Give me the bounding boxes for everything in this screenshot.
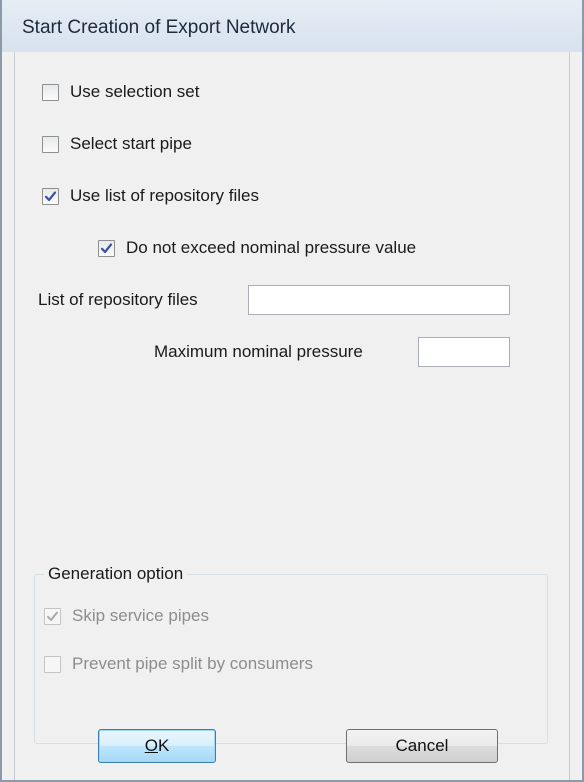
prevent-pipe-split-label: Prevent pipe split by consumers	[72, 654, 313, 673]
ok-button[interactable]: OK	[98, 729, 216, 763]
repository-files-input[interactable]	[248, 285, 510, 315]
use-list-of-repository-files-option[interactable]: Use list of repository files	[42, 186, 259, 206]
use-selection-set-checkbox[interactable]	[42, 83, 59, 101]
select-start-pipe-option[interactable]: Select start pipe	[42, 134, 192, 154]
window-title: Start Creation of Export Network	[22, 17, 296, 38]
do-not-exceed-pressure-label: Do not exceed nominal pressure value	[126, 238, 417, 257]
use-list-of-repository-files-label: Use list of repository files	[70, 186, 259, 205]
prevent-pipe-split-option[interactable]: Prevent pipe split by consumers	[44, 654, 313, 674]
generation-option-legend: Generation option	[44, 564, 188, 584]
repository-files-label: List of repository files	[38, 290, 198, 309]
ok-mnemonic: O	[144, 736, 158, 755]
do-not-exceed-pressure-option[interactable]: Do not exceed nominal pressure value	[98, 238, 416, 258]
max-nominal-pressure-label: Maximum nominal pressure	[154, 342, 363, 361]
do-not-exceed-pressure-checkbox[interactable]	[98, 239, 115, 257]
cancel-label: Cancel	[395, 736, 449, 755]
checkmark-icon	[100, 243, 113, 253]
checkmark-icon	[44, 191, 57, 201]
use-list-of-repository-files-checkbox[interactable]	[42, 187, 59, 205]
dialog-client-area: Use selection set Select start pipe Use …	[14, 52, 570, 780]
title-bar[interactable]: Start Creation of Export Network	[2, 0, 582, 52]
use-selection-set-option[interactable]: Use selection set	[42, 82, 199, 102]
use-selection-set-label: Use selection set	[70, 82, 200, 101]
skip-service-pipes-label: Skip service pipes	[72, 606, 210, 625]
max-nominal-pressure-input[interactable]	[418, 337, 510, 367]
checkmark-icon	[47, 611, 58, 621]
skip-service-pipes-checkbox[interactable]	[44, 607, 61, 625]
prevent-pipe-split-checkbox[interactable]	[44, 655, 61, 673]
ok-label-rest: K	[157, 736, 170, 755]
skip-service-pipes-option[interactable]: Skip service pipes	[44, 606, 209, 626]
select-start-pipe-checkbox[interactable]	[42, 135, 59, 153]
select-start-pipe-label: Select start pipe	[70, 134, 192, 153]
dialog-window: Start Creation of Export Network Use sel…	[0, 0, 584, 782]
cancel-button[interactable]: Cancel	[346, 729, 498, 763]
